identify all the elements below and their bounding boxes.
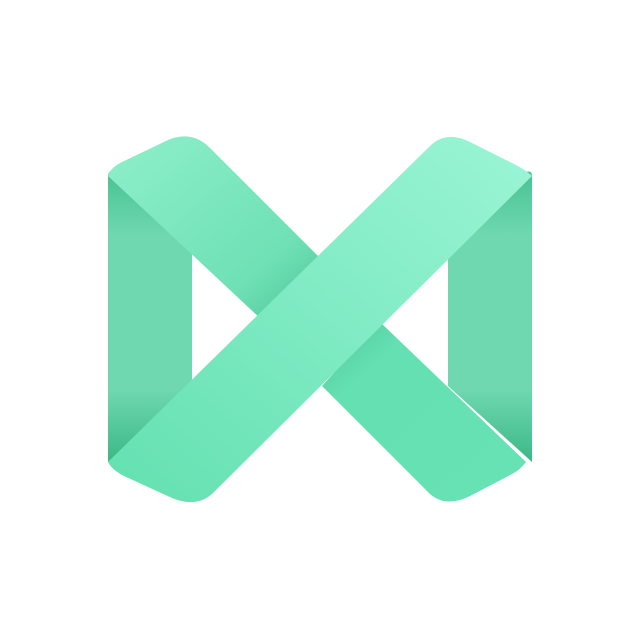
ribbon-x-logo-icon [108, 136, 532, 503]
app-icon-canvas [0, 0, 640, 640]
